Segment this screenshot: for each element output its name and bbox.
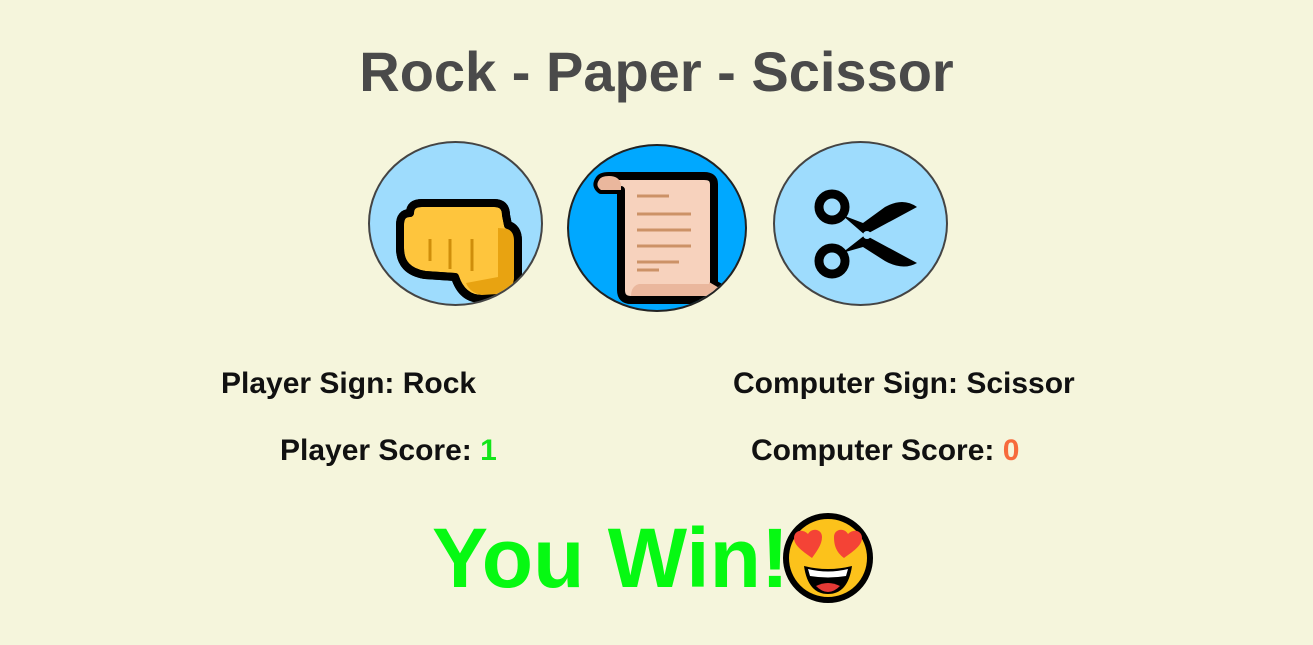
computer-score-value: 0	[1002, 434, 1020, 467]
rock-button[interactable]	[368, 141, 543, 306]
fist-icon	[396, 199, 522, 303]
scissor-button[interactable]	[773, 141, 948, 306]
player-sign-value: Rock	[402, 367, 477, 400]
game-title: Rock - Paper - Scissor	[359, 40, 954, 103]
heart-eyes-emoji	[783, 513, 873, 603]
scroll-icon	[593, 172, 731, 304]
computer-score-label: Computer Score:	[751, 434, 1003, 467]
computer-sign: Computer Sign: Scissor	[733, 366, 1075, 402]
paper-button[interactable]	[567, 144, 747, 312]
player-sign-label: Player Sign:	[221, 367, 403, 400]
computer-score: Computer Score: 0	[751, 433, 1019, 469]
computer-sign-label: Computer Sign:	[733, 367, 967, 400]
player-sign: Player Sign: Rock	[221, 366, 476, 402]
result-text: You Win!	[432, 511, 789, 605]
computer-sign-value: Scissor	[966, 367, 1075, 400]
player-score: Player Score: 1	[280, 433, 497, 469]
scissors-icon	[814, 189, 917, 279]
player-score-value: 1	[480, 434, 497, 467]
player-score-label: Player Score:	[280, 434, 481, 467]
